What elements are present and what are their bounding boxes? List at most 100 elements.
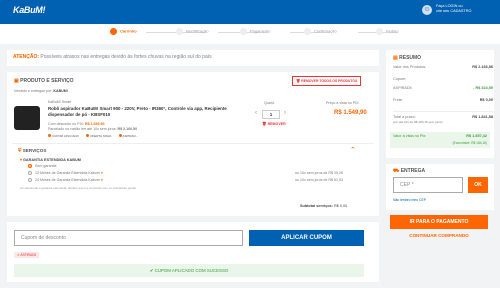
alert-prefix: ATENÇÃO: (13, 54, 40, 60)
subtotal-label: Subtotal serviços: (300, 204, 333, 208)
qty-label: Quant. (264, 101, 275, 105)
cep-input[interactable]: CEP * (393, 177, 463, 193)
option-label: 24 Meses de Garantia Estendida Kabum (35, 178, 100, 182)
radio[interactable] (28, 171, 32, 176)
qty-input[interactable]: 1 (262, 110, 280, 119)
summary-coupon: Cupom: (393, 77, 493, 81)
seller-line: Vendido e entregue por: KABUM! (14, 89, 68, 93)
id-icon (176, 28, 183, 35)
warranty-option-12[interactable]: 12 Meses de Garantia Estendida Kabum ● (28, 171, 103, 176)
tag-aspirad: ASPIRAD... (118, 134, 139, 138)
tag-label: ASPIRAD... (122, 134, 139, 138)
top-bar: KaBuM! ☺ Faça LOGIN ou crie seu CADASTRO (0, 0, 500, 24)
seller-label: Vendido e entregue por: (14, 89, 53, 93)
truck-icon: ⛟ (393, 168, 400, 174)
step-label: Pedido (386, 28, 399, 34)
remove-item-label: REMOVER (267, 122, 286, 126)
collapse-chevron-icon[interactable]: ⌃ (350, 146, 356, 154)
warranty-option-24[interactable]: 24 Meses de Garantia Estendida Kabum ● (28, 178, 103, 183)
info-icon[interactable]: ● (101, 171, 103, 175)
qty-decrease-icon[interactable]: ‹ (255, 110, 257, 116)
applied-coupon-chip[interactable]: ✕ ASPIRAD5 (14, 252, 40, 258)
row-label: Valor à vista no Pix: (393, 134, 427, 138)
kabum-logo[interactable]: KaBuM! (13, 5, 46, 15)
product-brand: KaBuM! Smart (48, 100, 72, 104)
step-payment: Pagamento (240, 28, 270, 35)
services-title-label: SERVIÇOS (22, 148, 47, 153)
services-subtotal: Subtotal serviços: R$ 0,00 (300, 204, 347, 208)
coupon-input[interactable]: Cupom de desconto (14, 230, 243, 246)
warranty-12-price: ou 10x sem juros de R$ 35,26 (295, 171, 343, 175)
continue-shopping-button[interactable]: CONTINUAR COMPRANDO (390, 233, 488, 243)
installment-prefix: ou 10x sem juros de (295, 178, 328, 182)
coupon-success-message: ✔ CUPOM APLICADO COM SUCESSO (14, 264, 364, 277)
cart-icon: ▣ (14, 78, 19, 84)
row-value: R$ 1.657,42 (466, 134, 487, 138)
step-identification: Identificação (176, 28, 208, 35)
product-title: PRODUTO E SERVIÇO (20, 78, 74, 84)
row-value: R$ 2.166,56 (472, 65, 493, 69)
installment-value: R$ 2.166,50 (117, 127, 138, 131)
warranty-title-label: GARANTIA ESTENDIDA KABUM (22, 158, 81, 162)
radio-selected[interactable] (28, 164, 32, 169)
step-cart: Carrinho (110, 28, 137, 35)
radio[interactable] (28, 178, 32, 183)
row-label: (em até 10x de R$ 184,15 sem juros) (393, 120, 443, 124)
qty-increase-icon[interactable]: › (284, 110, 286, 116)
pix-discount-value: R$ 1.549,90 (84, 122, 105, 126)
product-image[interactable] (14, 106, 40, 130)
card-icon (240, 28, 247, 35)
installment-label: Parcelado no cartão em até 10x sem juros… (48, 127, 117, 131)
services-title: ⛨ SERVIÇOS (18, 148, 46, 153)
option-label: Sem garantia (35, 164, 57, 168)
tag-coupon: CUPOM APLICADO (48, 134, 79, 138)
pix-discount-label: Com desconto no PIX: (48, 122, 84, 126)
go-to-payment-button[interactable]: IR PARA O PAGAMENTO (390, 215, 488, 229)
step-label: Confirmação (314, 28, 337, 34)
shield-icon: ⛨ (18, 148, 22, 153)
warranty-terms[interactable]: Ao selecionar a garantia estendida, decl… (20, 186, 136, 190)
warranty-option-none[interactable]: Sem garantia (28, 164, 57, 169)
forgot-cep-link[interactable]: Não lembro meu CEP (393, 198, 426, 202)
check-circle-icon: ✔ (149, 268, 154, 273)
login-prompt[interactable]: Faça LOGIN ou crie seu CADASTRO (436, 4, 471, 14)
summary-shipping: Frete: R$ 0,00 (393, 98, 493, 102)
row-label: Total a prazo: (393, 115, 416, 119)
row-label: Cupom: (393, 77, 407, 81)
product-tags: CUPOM APLICADO OFERTA NINJA ASPIRAD... (48, 133, 144, 138)
warranty-24-price: ou 10x sem juros de R$ 61,93 (295, 178, 343, 182)
cep-ok-button[interactable]: OK (468, 177, 488, 193)
step-confirmation: Confirmação (304, 28, 337, 35)
summary-coupon-code: ASPIRAD5 - R$ 324,59 (393, 86, 493, 90)
delivery-title: ⛟ ENTREGA (393, 168, 425, 175)
remove-all-button[interactable]: 🗑 REMOVER TODOS OS PRODUTOS (292, 76, 362, 86)
row-value: - R$ 324,59 (473, 86, 493, 90)
alert-text: Possíveis atrasos nas entregas devido às… (40, 54, 212, 60)
summary-pix: Valor à vista no Pix: R$ 1.657,42 (393, 134, 487, 138)
info-icon[interactable]: ● (101, 178, 103, 182)
summary-total-installments: Total a prazo: R$ 1.841,58 (393, 111, 493, 119)
row-label: ASPIRAD5 (393, 86, 412, 90)
step-label: Pagamento (250, 28, 271, 34)
user-avatar-icon[interactable]: ☺ (422, 5, 432, 15)
tag-label: CUPOM APLICADO (52, 134, 80, 138)
summary-title: ▤ RESUMO (393, 55, 421, 61)
step-label: Identificação (186, 28, 209, 34)
login-line-2[interactable]: crie seu CADASTRO (436, 9, 471, 14)
summary-installments-note: (em até 10x de R$ 184,15 sem juros) (393, 120, 493, 124)
tag-dot-icon (118, 134, 122, 137)
row-value: R$ 0,00 (479, 98, 493, 102)
installment-prefix: ou 10x sem juros de (295, 171, 328, 175)
product-name[interactable]: Robô aspirador KaBuM! Smart 900 - 220V, … (48, 106, 253, 117)
seller-name: KABUM! (53, 89, 68, 93)
option-price: R$ 35,26 (328, 171, 343, 175)
apply-coupon-button[interactable]: APLICAR CUPOM (249, 230, 364, 246)
row-label: Valor dos Produtos: (393, 65, 427, 69)
remove-item-button[interactable]: 🗑 REMOVER (262, 122, 286, 126)
chevron-down-icon: ▾ (20, 158, 22, 162)
summary-title-label: RESUMO (399, 55, 422, 61)
checkout-steps: Carrinho Identificação Pagamento Confirm… (0, 24, 500, 44)
product-section-title: ▣ PRODUTO E SERVIÇO (14, 78, 74, 84)
tag-ninja: OFERTA NINJA (86, 134, 111, 138)
row-label: (Economize: R$ 184,16) (452, 141, 487, 145)
